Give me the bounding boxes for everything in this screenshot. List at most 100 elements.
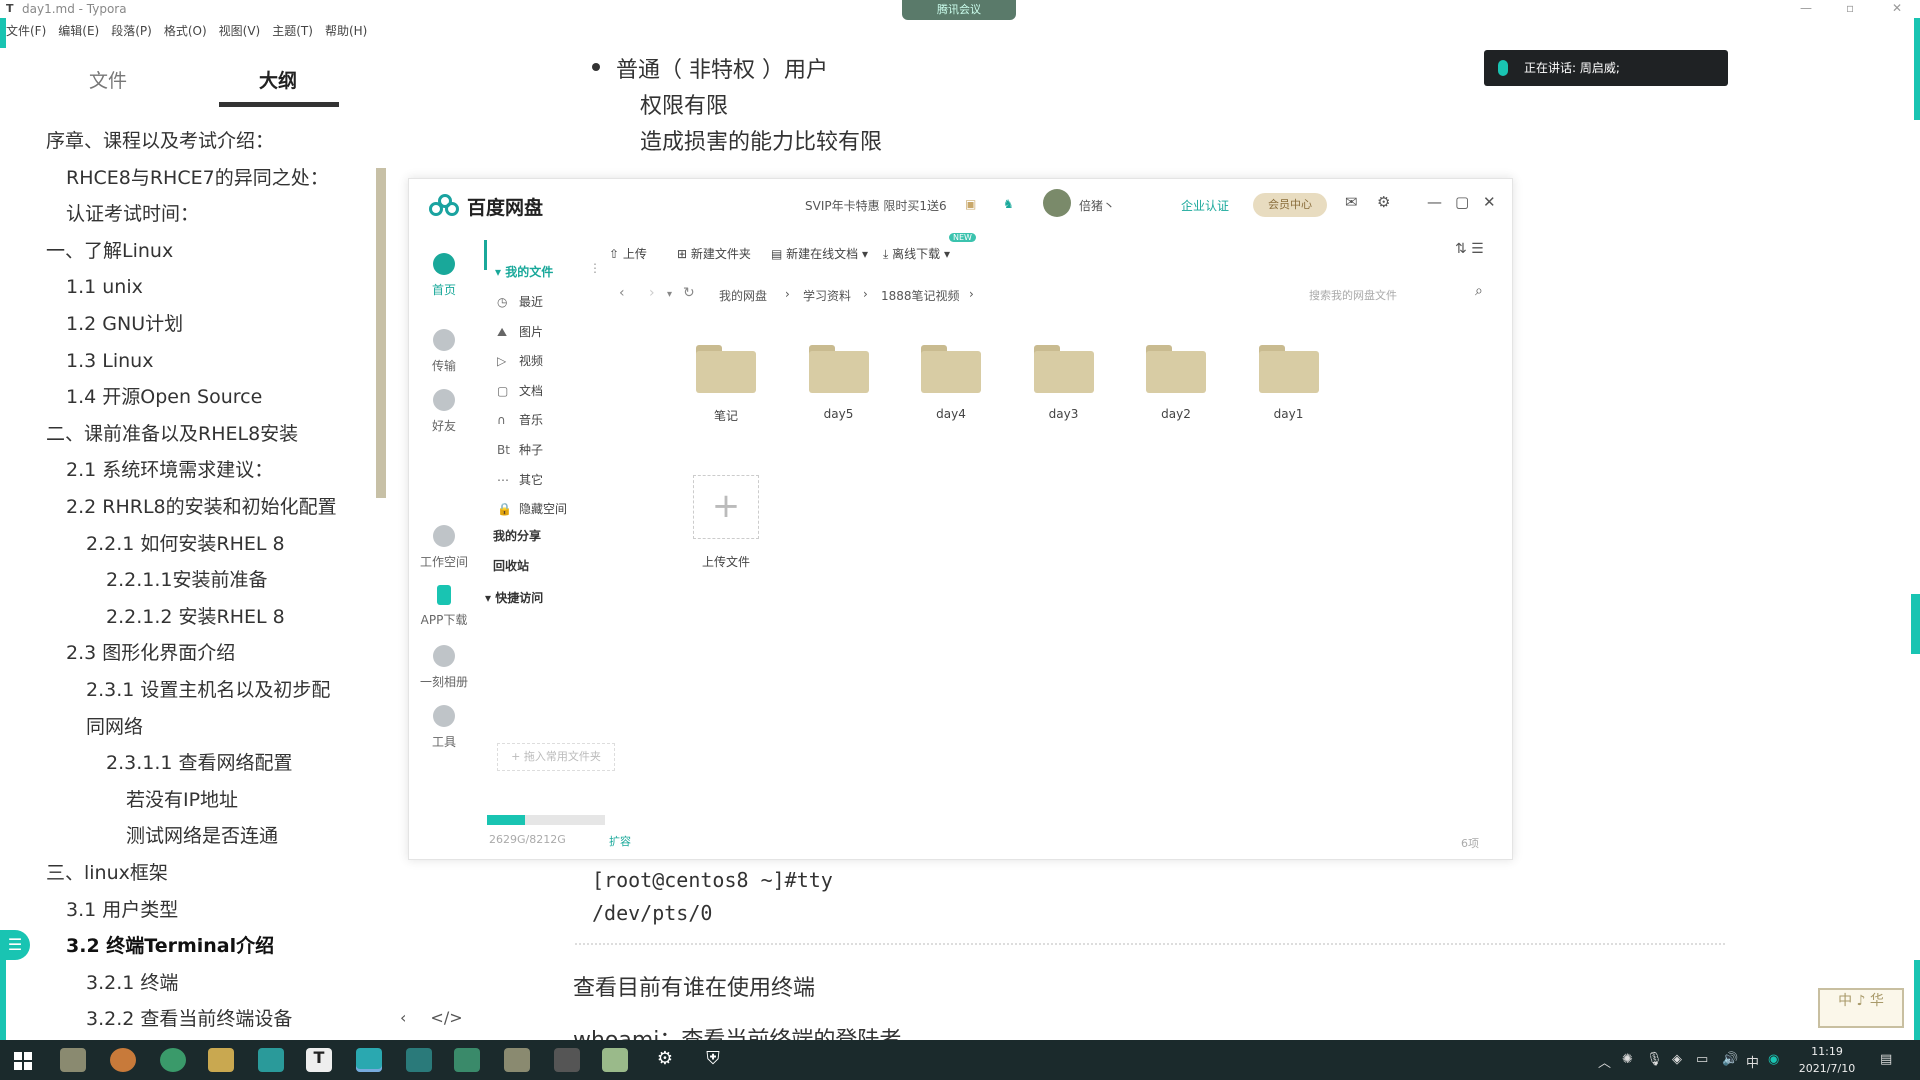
tree-my-files[interactable]: ▾ 我的文件 (495, 263, 553, 280)
search-icon[interactable]: ⌕ (1475, 283, 1483, 299)
expand-storage-link[interactable]: 扩容 (609, 833, 631, 849)
folder-item[interactable]: day3 (1019, 345, 1109, 421)
menu-item[interactable]: 视图(V) (219, 22, 261, 42)
taskbar-clock[interactable]: 11:19 2021/7/10 (1790, 1043, 1864, 1077)
meeting-indicator[interactable]: 腾讯会议 (902, 0, 1016, 20)
photos-icon[interactable] (258, 1048, 284, 1072)
minimize-icon[interactable]: — (1427, 193, 1442, 211)
outline-item[interactable]: 2.2 RHRL8的安装和初始化配置 (66, 494, 337, 520)
outline-item[interactable]: 2.2.1.1安装前准备 (106, 567, 267, 593)
outline-item[interactable]: 3.2.2 查看当前终端设备 (86, 1006, 292, 1032)
microphone-tray-icon[interactable]: 🎙 (1646, 1052, 1663, 1067)
enterprise-link[interactable]: 企业认证 (1181, 197, 1229, 214)
close-icon[interactable]: ✕ (1483, 193, 1496, 211)
shield-icon[interactable]: ⛨ (700, 1048, 726, 1072)
breadcrumb-item[interactable]: 我的网盘 (719, 287, 767, 304)
search-input[interactable]: 搜索我的网盘文件 (1309, 287, 1397, 303)
mail-icon[interactable]: ✉ (1345, 193, 1358, 211)
editor-scrollbar[interactable] (1911, 594, 1920, 654)
nav-item[interactable]: 传输 (409, 329, 479, 374)
maximize-icon[interactable]: ▢ (1455, 193, 1469, 211)
menu-item[interactable]: 帮助(H) (325, 22, 367, 42)
member-center-button[interactable]: 会员中心 (1253, 193, 1327, 217)
outline-item[interactable]: 2.3.1.1 查看网络配置 (106, 750, 293, 776)
back-icon[interactable]: ‹ (400, 1008, 406, 1027)
folder-item[interactable]: day5 (794, 345, 884, 421)
notes-icon[interactable] (602, 1048, 628, 1072)
tray-expand-icon[interactable]: ︿ (1598, 1052, 1611, 1071)
folder-item[interactable]: 笔记 (681, 345, 771, 424)
sidebar-scrollbar[interactable] (376, 168, 386, 498)
outline-item[interactable]: RHCE8与RHCE7的异同之处： (66, 165, 329, 191)
outline-item[interactable]: 二、课前准备以及RHEL8安装 (46, 421, 298, 447)
outline-item[interactable]: 测试网络是否连通 (126, 823, 278, 849)
drag-folder-hint[interactable]: + 拖入常用文件夹 (497, 743, 615, 771)
gear-icon[interactable]: ⚙ (1377, 193, 1390, 211)
outline-item[interactable]: 若没有IP地址 (126, 787, 238, 813)
offline-download-button[interactable]: ⤓ 离线下载 ▾ (883, 245, 950, 262)
outline-item[interactable]: 2.1 系统环境需求建议： (66, 457, 273, 483)
tree-item[interactable]: Bt 种子 (497, 441, 543, 458)
tab-outline[interactable]: 大纲 (218, 66, 338, 93)
tree-recycle[interactable]: 回收站 (493, 557, 529, 574)
volume-icon[interactable]: 🔊 (1722, 1052, 1738, 1067)
battery-icon[interactable]: ▭ (1696, 1052, 1708, 1067)
notification-icon[interactable]: ▤ (1880, 1052, 1892, 1067)
bug-icon[interactable] (554, 1048, 580, 1072)
outline-item[interactable]: 同网络 (86, 714, 143, 740)
refresh-icon[interactable]: ↻ (683, 285, 695, 301)
menu-item[interactable]: 格式(O) (164, 22, 207, 42)
rocket-icon[interactable]: ♞ (1003, 197, 1014, 211)
folder-item[interactable]: day1 (1244, 345, 1334, 421)
outline-item[interactable]: 2.3 图形化界面介绍 (66, 640, 235, 666)
menu-item[interactable]: 段落(P) (111, 22, 152, 42)
outline-item[interactable]: 3.2.1 终端 (86, 970, 178, 996)
network-icon[interactable]: ◈ (1672, 1052, 1682, 1067)
outline-item[interactable]: 1.2 GNU计划 (66, 311, 183, 337)
tree-item[interactable]: ⛰ 图片 (497, 323, 543, 340)
nav-item[interactable]: 首页 (409, 253, 479, 298)
new-online-doc-button[interactable]: ▤ 新建在线文档 ▾ (771, 245, 868, 262)
outline-item[interactable]: 3.2 终端Terminal介绍 (66, 933, 274, 959)
source-mode-icon[interactable]: </> (430, 1008, 462, 1027)
minimize-button[interactable]: — (1800, 1, 1812, 15)
nav-item[interactable]: 好友 (409, 389, 479, 434)
nav-item[interactable]: 一刻相册 (409, 645, 479, 690)
outline-item[interactable]: 一、了解Linux (46, 238, 173, 264)
history-dropdown-icon[interactable]: ▾ (667, 289, 672, 300)
breadcrumb-item[interactable]: 学习资料 (803, 287, 851, 304)
tab-files[interactable]: 文件 (48, 66, 168, 93)
back-arrow-icon[interactable]: ‹ (619, 285, 625, 301)
outline-item[interactable]: 1.4 开源Open Source (66, 384, 262, 410)
nav-item[interactable]: APP下载 (409, 585, 479, 628)
avatar[interactable] (1043, 189, 1071, 217)
tree-quick-access[interactable]: ▾ 快捷访问 (485, 589, 543, 606)
vm-icon[interactable] (406, 1048, 432, 1072)
breadcrumb-item[interactable]: 1888笔记视频 (881, 287, 960, 304)
maximize-button[interactable]: ▫ (1846, 1, 1854, 15)
tree-item[interactable]: ◷ 最近 (497, 293, 543, 310)
ime-indicator[interactable]: 中 (1746, 1052, 1759, 1071)
firefox-icon[interactable] (110, 1048, 136, 1072)
chrome-icon[interactable] (160, 1048, 186, 1072)
tree-my-share[interactable]: 我的分享 (493, 527, 541, 544)
close-button[interactable]: ✕ (1892, 1, 1902, 15)
app-icon[interactable] (504, 1048, 530, 1072)
nav-item[interactable]: 工作空间 (409, 525, 479, 570)
outline-item[interactable]: 认证考试时间： (66, 201, 199, 227)
tree-item[interactable]: ⋯ 其它 (497, 471, 543, 488)
outline-item[interactable]: 2.3.1 设置主机名以及初步配 (86, 677, 330, 703)
upload-file-tile[interactable]: + (693, 475, 759, 539)
gift-icon[interactable]: ▣ (965, 197, 976, 211)
tree-item[interactable]: 🔒 隐藏空间 (497, 500, 567, 517)
menu-item[interactable]: 编辑(E) (58, 22, 99, 42)
terminal-icon[interactable] (454, 1048, 480, 1072)
outline-item[interactable]: 2.2.1.2 安装RHEL 8 (106, 604, 285, 630)
tray-app-icon[interactable]: ✺ (1622, 1052, 1633, 1067)
new-folder-button[interactable]: ⊞ 新建文件夹 (677, 245, 751, 262)
upload-button[interactable]: ⇧ 上传 (609, 245, 647, 262)
tree-item[interactable]: ▷ 视频 (497, 352, 543, 369)
folder-item[interactable]: day4 (906, 345, 996, 421)
nav-item[interactable]: 工具 (409, 705, 479, 750)
menu-item[interactable]: 文件(F) (6, 22, 46, 42)
